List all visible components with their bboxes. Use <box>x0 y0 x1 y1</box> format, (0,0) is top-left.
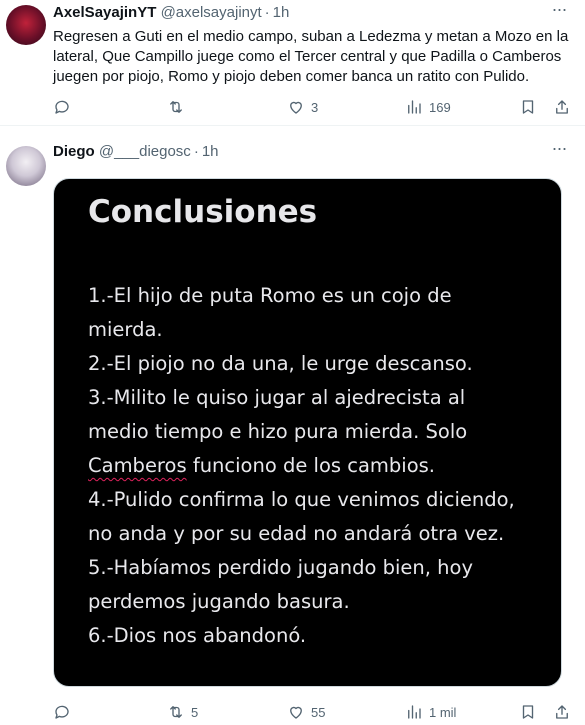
bookmark-icon <box>522 100 534 114</box>
avatar[interactable] <box>6 146 46 186</box>
image-text: 1.-El hijo de puta Romo es un cojo de mi… <box>88 279 558 653</box>
tweet[interactable]: AxelSayajinYT @axelsayajinyt · 1h ··· Regr… <box>0 0 585 126</box>
timestamp[interactable]: 1h <box>273 4 290 21</box>
author-handle[interactable]: @___diegosc <box>99 143 191 160</box>
image-text-line: 4.-Pulido confirma lo que venimos dicien… <box>88 488 515 511</box>
more-icon[interactable]: ··· <box>549 139 569 162</box>
like-count: 55 <box>311 704 326 720</box>
views-count: 1 mil <box>429 704 457 720</box>
like-button[interactable]: 3 <box>287 96 318 118</box>
like-count: 3 <box>311 99 319 115</box>
like-icon <box>290 101 302 114</box>
action-bar: 3 169 <box>53 96 573 118</box>
action-bar: 5 55 1 mil <box>53 701 573 723</box>
retweet-icon <box>170 706 182 718</box>
image-text-line: no anda y por su edad no andará otra vez… <box>88 522 505 545</box>
image-text-fragment: funciono de los cambios. <box>186 454 435 477</box>
reply-button[interactable] <box>53 701 77 723</box>
separator-dot: · <box>264 4 270 21</box>
timestamp[interactable]: 1h <box>202 143 219 160</box>
image-text-line: mierda. <box>88 318 163 341</box>
views-icon <box>408 100 421 114</box>
separator-dot: · <box>193 143 199 160</box>
image-text-line: perdemos jugando basura. <box>88 590 350 613</box>
reply-icon <box>55 705 69 719</box>
author-name[interactable]: Diego <box>53 143 95 160</box>
bookmark-icon <box>522 705 534 719</box>
retweet-button[interactable]: 5 <box>167 701 198 723</box>
share-icon <box>556 100 568 114</box>
tweet-text: Regresen a Guti en el medio campo, suban… <box>53 28 569 85</box>
more-icon[interactable]: ··· <box>549 0 569 23</box>
tweet-header: Diego @___diegosc · 1h <box>53 142 555 162</box>
image-text-line: 1.-El hijo de puta Romo es un cojo de <box>88 284 452 307</box>
bookmark-button[interactable] <box>519 96 537 118</box>
avatar[interactable] <box>6 5 46 45</box>
retweet-count: 5 <box>191 704 199 720</box>
retweet-button[interactable] <box>167 96 191 118</box>
tweet-image[interactable]: Conclusiones 1.-El hijo de puta Romo es … <box>53 178 562 687</box>
image-text-line: 5.-Habíamos perdido jugando bien, hoy <box>88 556 473 579</box>
views-count: 169 <box>429 99 451 115</box>
image-text-line: Camberos funciono de los cambios. <box>88 449 558 483</box>
image-text-line: medio tiempo e hizo pura mierda. Solo <box>88 420 468 443</box>
bookmark-button[interactable] <box>519 701 537 723</box>
like-icon <box>290 706 302 719</box>
views-icon <box>408 705 421 719</box>
share-button[interactable] <box>553 701 571 723</box>
image-text-line: 6.-Dios nos abandonó. <box>88 624 307 647</box>
retweet-icon <box>170 101 182 113</box>
tweet-header: AxelSayajinYT @axelsayajinyt · 1h <box>53 3 555 23</box>
reply-icon <box>55 100 69 114</box>
share-button[interactable] <box>553 96 571 118</box>
image-title: Conclusiones <box>88 194 318 230</box>
spellcheck-word: Camberos <box>88 454 187 477</box>
image-text-line: 3.-Milito le quiso jugar al ajedrecista … <box>88 386 466 409</box>
image-text-line: 2.-El piojo no da una, le urge descanso. <box>88 352 473 375</box>
author-handle[interactable]: @axelsayajinyt <box>161 4 262 21</box>
views-button[interactable]: 1 mil <box>405 701 456 723</box>
share-icon <box>556 705 568 719</box>
views-button[interactable]: 169 <box>405 96 451 118</box>
tweet[interactable]: Diego @___diegosc · 1h ··· Conclusiones 1.… <box>0 127 585 725</box>
author-name[interactable]: AxelSayajinYT <box>53 4 156 21</box>
reply-button[interactable] <box>53 96 77 118</box>
like-button[interactable]: 55 <box>287 701 325 723</box>
